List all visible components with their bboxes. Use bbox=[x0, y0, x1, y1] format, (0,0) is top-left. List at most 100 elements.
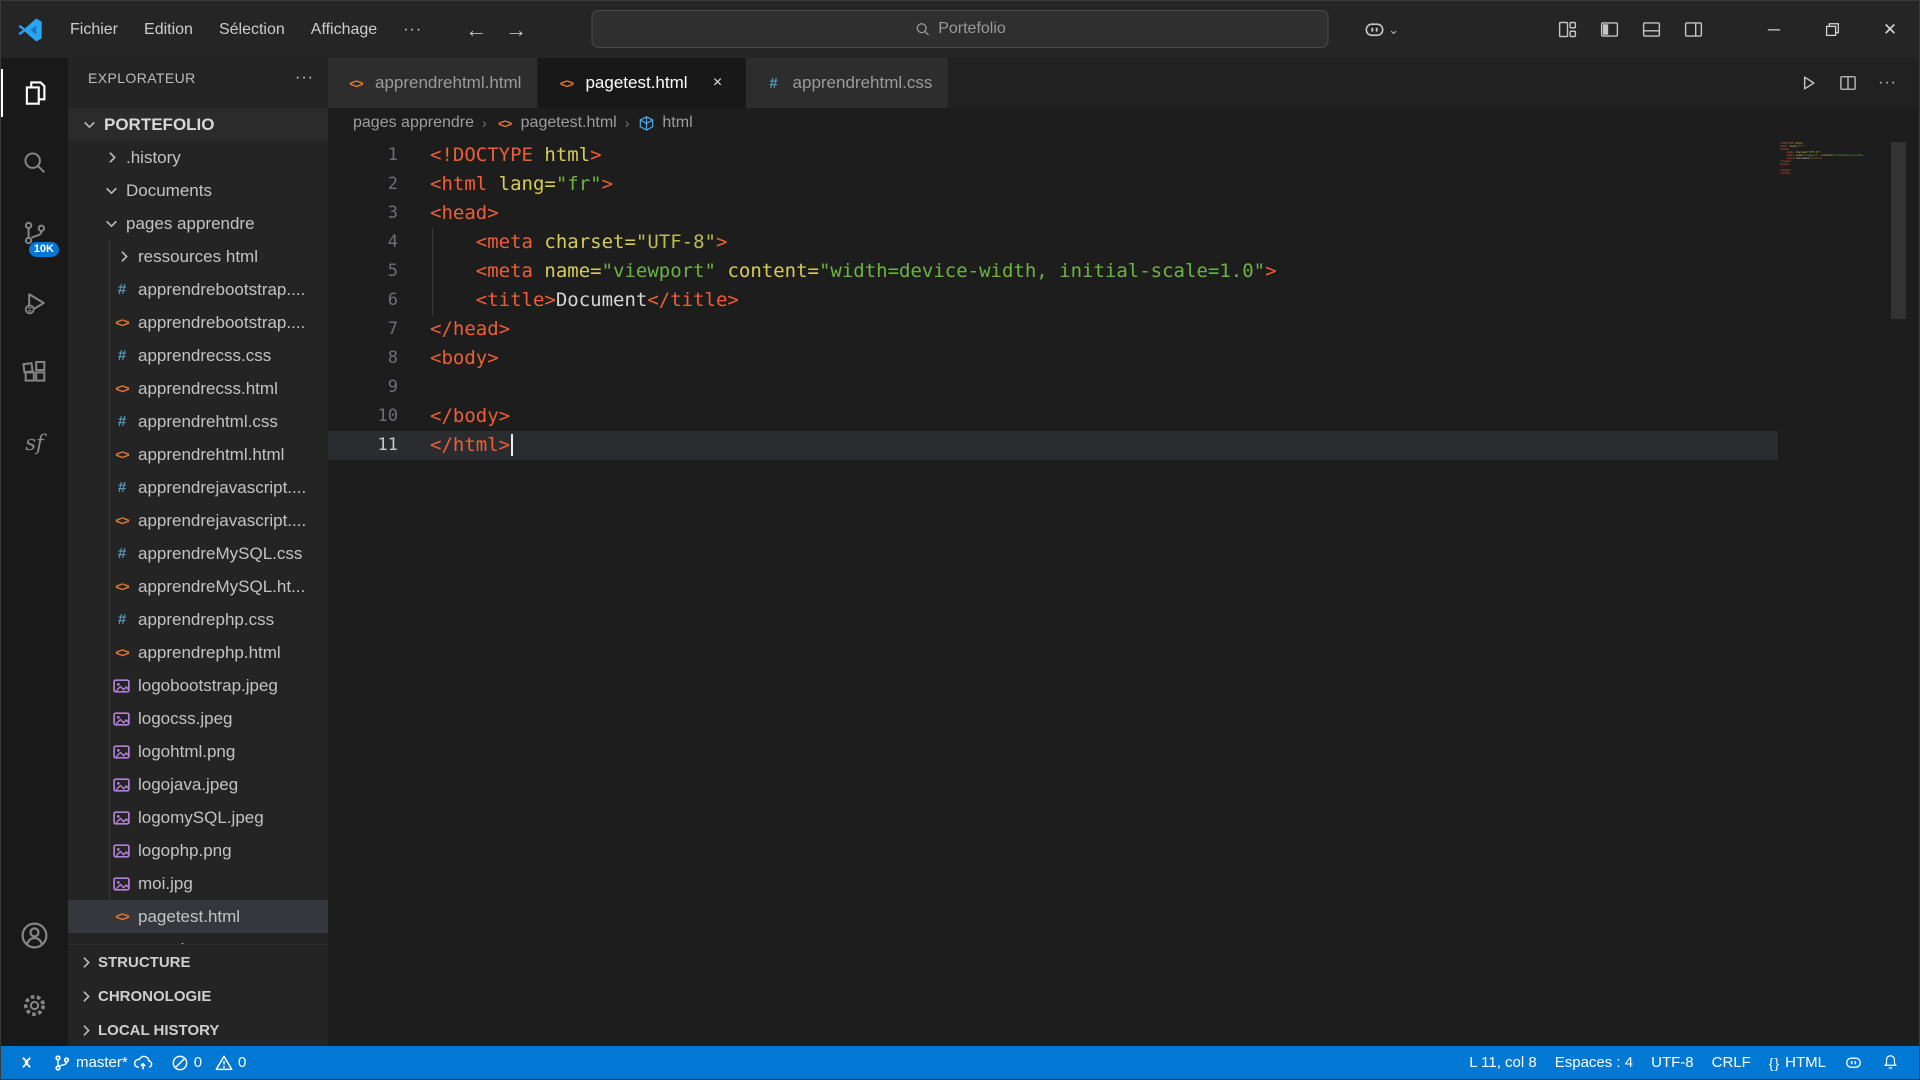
eol[interactable]: CRLF bbox=[1703, 1046, 1760, 1079]
tree-item-label: .history bbox=[126, 148, 181, 168]
restore-button[interactable] bbox=[1803, 1, 1861, 58]
customize-layout-icon[interactable] bbox=[1549, 12, 1585, 48]
toggle-panel-icon[interactable] bbox=[1633, 12, 1669, 48]
code-line-9[interactable]: 9 bbox=[328, 373, 1778, 402]
section-local-history[interactable]: LOCAL HISTORY bbox=[68, 1013, 328, 1046]
run-debug-icon[interactable] bbox=[1, 268, 68, 338]
remote-indicator[interactable] bbox=[7, 1046, 44, 1079]
code-editor[interactable]: 1<!DOCTYPE html>2<html lang="fr">3<head>… bbox=[328, 138, 1919, 1046]
search-icon bbox=[914, 21, 930, 37]
encoding[interactable]: UTF-8 bbox=[1642, 1046, 1703, 1079]
editor-more-actions-icon[interactable]: ··· bbox=[1878, 74, 1897, 92]
section-structure[interactable]: STRUCTURE bbox=[68, 945, 328, 979]
account-icon[interactable] bbox=[1, 900, 68, 970]
code-line-8[interactable]: 8<body> bbox=[328, 344, 1778, 373]
sidebar-file-apprendrecss-html[interactable]: <>apprendrecss.html bbox=[68, 372, 328, 405]
tab-pagetest-html[interactable]: <>pagetest.html× bbox=[538, 58, 745, 108]
toggle-primary-sidebar-icon[interactable] bbox=[1591, 12, 1627, 48]
breadcrumb-item[interactable]: html bbox=[637, 114, 692, 133]
html-file-icon: <> bbox=[346, 76, 366, 91]
section-chronologie[interactable]: CHRONOLOGIE bbox=[68, 979, 328, 1013]
sidebar-file-logophp-png[interactable]: logophp.png bbox=[68, 834, 328, 867]
explorer-icon[interactable] bbox=[1, 58, 68, 128]
sidebar-file-logojava-jpeg[interactable]: logojava.jpeg bbox=[68, 768, 328, 801]
breadcrumb-item[interactable]: pages apprendre bbox=[353, 114, 474, 132]
indentation[interactable]: Espaces : 4 bbox=[1546, 1046, 1642, 1079]
html-symbol-icon bbox=[637, 114, 656, 133]
forward-arrow-icon[interactable]: → bbox=[503, 17, 529, 43]
breadcrumb-item[interactable]: <>pagetest.html bbox=[495, 114, 617, 132]
sidebar-file-apprendremysql-css[interactable]: #apprendreMySQL.css bbox=[68, 537, 328, 570]
notifications-bell[interactable] bbox=[1872, 1046, 1909, 1079]
sidebar-file-logobootstrap-jpeg[interactable]: logobootstrap.jpeg bbox=[68, 669, 328, 702]
code-line-10[interactable]: 10</body> bbox=[328, 402, 1778, 431]
menu-fichier[interactable]: Fichier bbox=[57, 15, 131, 45]
sidebar-file-apprendrephp-css[interactable]: #apprendrephp.css bbox=[68, 603, 328, 636]
sidebar-folder-pages-apprendre[interactable]: pages apprendre bbox=[68, 207, 328, 240]
sidebar-file-apprendrejavascript-[interactable]: <>apprendrejavascript.... bbox=[68, 504, 328, 537]
tab-apprendrehtml-html[interactable]: <> apprendrehtml.html bbox=[328, 58, 538, 108]
code-line-2[interactable]: 2<html lang="fr"> bbox=[328, 170, 1778, 199]
toggle-secondary-sidebar-icon[interactable] bbox=[1675, 12, 1711, 48]
sidebar-file-apprendrehtml-html[interactable]: <>apprendrehtml.html bbox=[68, 438, 328, 471]
tab-label: apprendrehtml.html bbox=[375, 73, 521, 93]
tree-item-label: apprendreMySQL.css bbox=[138, 544, 302, 564]
sidebar-file-apprendrebootstrap-[interactable]: #apprendrebootstrap.... bbox=[68, 273, 328, 306]
code-line-6[interactable]: 6 <title>Document</title> bbox=[328, 286, 1778, 315]
sidebar-file-logomysql-jpeg[interactable]: logomySQL.jpeg bbox=[68, 801, 328, 834]
sidebar-file-apprendrebootstrap-[interactable]: <>apprendrebootstrap.... bbox=[68, 306, 328, 339]
chevron-down-icon bbox=[102, 215, 120, 233]
tab-close-icon[interactable]: × bbox=[707, 74, 729, 92]
tab-apprendrehtml-css[interactable]: #apprendrehtml.css bbox=[746, 58, 950, 108]
code-line-5[interactable]: 5 <meta name="viewport" content="width=d… bbox=[328, 257, 1778, 286]
minimize-button[interactable]: ─ bbox=[1745, 1, 1803, 58]
extensions-icon[interactable] bbox=[1, 338, 68, 408]
sidebar-file-apprendremysql-ht-[interactable]: <>apprendreMySQL.ht... bbox=[68, 570, 328, 603]
sidebar-file-apprendrecss-css[interactable]: #apprendrecss.css bbox=[68, 339, 328, 372]
menu-sélection[interactable]: Sélection bbox=[206, 15, 298, 45]
tree-root-portefolio[interactable]: PORTEFOLIO bbox=[68, 108, 328, 141]
run-icon[interactable] bbox=[1798, 73, 1818, 93]
split-editor-icon[interactable] bbox=[1838, 73, 1858, 93]
sidebar-file-apprendrejavascript-[interactable]: #apprendrejavascript.... bbox=[68, 471, 328, 504]
code-line-11[interactable]: 11</html> bbox=[328, 431, 1778, 460]
menu-more-icon[interactable]: ··· bbox=[390, 15, 435, 45]
menu-affichage[interactable]: Affichage bbox=[298, 15, 390, 45]
code-text: </html> bbox=[430, 431, 513, 460]
sidebar-folder-ressources-html[interactable]: ressources html bbox=[68, 240, 328, 273]
language-mode[interactable]: {}HTML bbox=[1760, 1046, 1835, 1079]
more-actions-icon[interactable]: ··· bbox=[295, 69, 314, 87]
copilot-icon bbox=[1363, 18, 1386, 41]
sidebar-file-apprendrephp-html[interactable]: <>apprendrephp.html bbox=[68, 636, 328, 669]
sidebar-bottom-sections: STRUCTURECHRONOLOGIELOCAL HISTORY bbox=[68, 944, 328, 1046]
code-line-4[interactable]: 4 <meta charset="UTF-8"> bbox=[328, 228, 1778, 257]
close-button[interactable]: ✕ bbox=[1861, 1, 1919, 58]
explorer-sidebar: EXPLORATEUR ··· PORTEFOLIO.historyDocume… bbox=[68, 58, 328, 1046]
scrollbar[interactable] bbox=[1891, 142, 1906, 319]
source-control-icon[interactable]: 10K bbox=[1, 198, 68, 268]
sidebar-file-logocss-jpeg[interactable]: logocss.jpeg bbox=[68, 702, 328, 735]
menu-edition[interactable]: Edition bbox=[131, 15, 206, 45]
cursor-position[interactable]: L 11, col 8 bbox=[1460, 1046, 1546, 1079]
copilot-menu[interactable]: ⌄ bbox=[1363, 18, 1399, 41]
sidebar-file-pagetest-html[interactable]: <>pagetest.html bbox=[68, 900, 328, 933]
minimap[interactable]: <!DOCTYPE html><html lang="fr"><head> <m… bbox=[1780, 142, 1864, 175]
sidebar-folder--history[interactable]: .history bbox=[68, 141, 328, 174]
code-line-3[interactable]: 3<head> bbox=[328, 199, 1778, 228]
sidebar-file-logohtml-png[interactable]: logohtml.png bbox=[68, 735, 328, 768]
copilot-status[interactable] bbox=[1835, 1046, 1872, 1079]
back-arrow-icon[interactable]: ← bbox=[463, 17, 489, 43]
settings-gear-icon[interactable] bbox=[1, 970, 68, 1040]
command-center-search[interactable]: Portefolio bbox=[592, 10, 1329, 48]
git-branch-icon bbox=[53, 1054, 71, 1072]
code-line-1[interactable]: 1<!DOCTYPE html> bbox=[328, 141, 1778, 170]
code-line-7[interactable]: 7</head> bbox=[328, 315, 1778, 344]
sidebar-file-apprendrehtml-css[interactable]: #apprendrehtml.css bbox=[68, 405, 328, 438]
sf-icon[interactable]: sf bbox=[1, 408, 68, 478]
problems-status[interactable]: 00 bbox=[162, 1046, 256, 1079]
sidebar-folder-documents[interactable]: Documents bbox=[68, 174, 328, 207]
file-tree: PORTEFOLIO .history Documentspages apprend… bbox=[68, 108, 328, 946]
git-branch-status[interactable]: master* bbox=[44, 1046, 162, 1079]
search-icon[interactable] bbox=[1, 128, 68, 198]
sidebar-file-moi-jpg[interactable]: moi.jpg bbox=[68, 867, 328, 900]
